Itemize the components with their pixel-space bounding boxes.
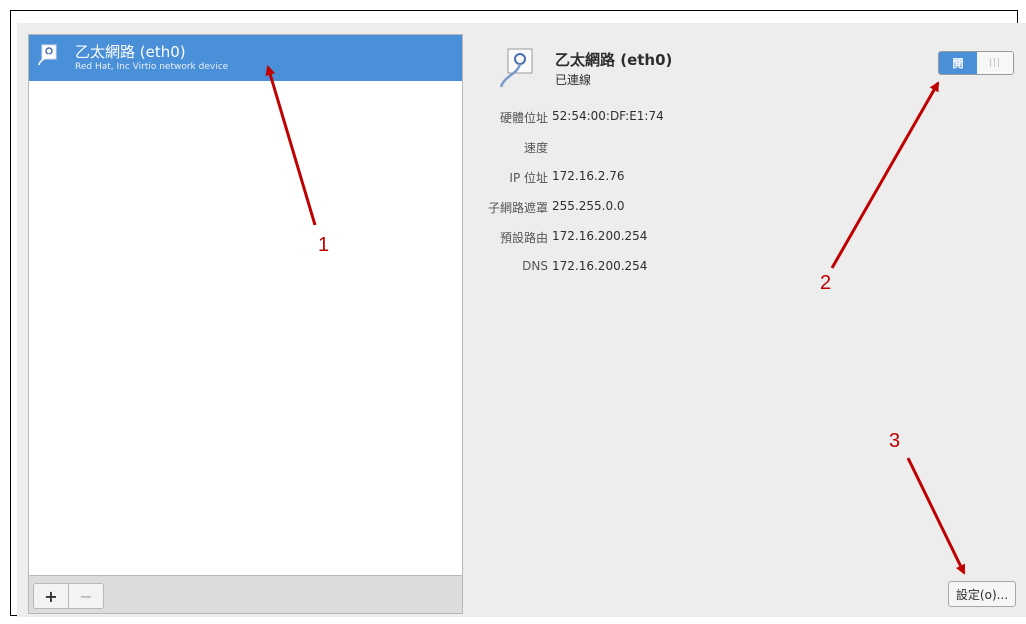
info-label: 預設路由 bbox=[499, 231, 548, 245]
network-wired-large-icon bbox=[499, 48, 533, 88]
remove-connection-button[interactable]: − bbox=[68, 583, 104, 609]
info-label: 子網路遮罩 bbox=[487, 201, 548, 215]
connection-list: 乙太網路 (eth0) Red Hat, Inc Virtio network … bbox=[28, 34, 463, 576]
info-row-ip-address: IP 位址 172.16.2.76 bbox=[509, 169, 625, 185]
connection-status: 已連線 bbox=[555, 73, 592, 87]
info-row-default-route: 預設路由 172.16.200.254 bbox=[500, 229, 648, 245]
info-label: IP 位址 bbox=[509, 171, 548, 185]
list-item-eth0[interactable]: 乙太網路 (eth0) Red Hat, Inc Virtio network … bbox=[29, 35, 462, 81]
info-label: DNS bbox=[522, 259, 548, 273]
connection-toggle[interactable]: 開 ||| bbox=[938, 51, 1014, 75]
detail-title: 乙太網路 (eth0) bbox=[555, 51, 673, 69]
settings-button[interactable]: 設定(o)... bbox=[948, 581, 1016, 607]
info-value: 172.16.2.76 bbox=[552, 169, 625, 183]
annotation-label-1: 1 bbox=[318, 234, 330, 256]
add-connection-button[interactable]: + bbox=[33, 583, 69, 609]
toggle-grip-icon: ||| bbox=[977, 52, 1013, 74]
info-label: 速度 bbox=[523, 141, 548, 155]
toggle-on-label: 開 bbox=[939, 52, 977, 74]
info-value: 52:54:00:DF:E1:74 bbox=[552, 109, 664, 123]
connection-description: Red Hat, Inc Virtio network device bbox=[75, 62, 229, 72]
info-row-dns: DNS 172.16.200.254 bbox=[522, 259, 648, 273]
list-toolbar: + − bbox=[28, 576, 463, 614]
annotation-label-2: 2 bbox=[820, 272, 832, 294]
info-value: 172.16.200.254 bbox=[552, 259, 648, 273]
info-value: 255.255.0.0 bbox=[552, 199, 625, 213]
info-label: 硬體位址 bbox=[499, 111, 548, 125]
info-value: 172.16.200.254 bbox=[552, 229, 648, 243]
network-wired-icon bbox=[38, 44, 57, 66]
annotation-label-3: 3 bbox=[889, 430, 901, 452]
connection-name: 乙太網路 (eth0) bbox=[75, 43, 186, 61]
network-settings-window: 乙太網路 (eth0) Red Hat, Inc Virtio network … bbox=[17, 23, 1026, 617]
info-row-subnet-mask: 子網路遮罩 255.255.0.0 bbox=[488, 199, 625, 215]
info-row-hardware-address: 硬體位址 52:54:00:DF:E1:74 bbox=[500, 109, 664, 125]
